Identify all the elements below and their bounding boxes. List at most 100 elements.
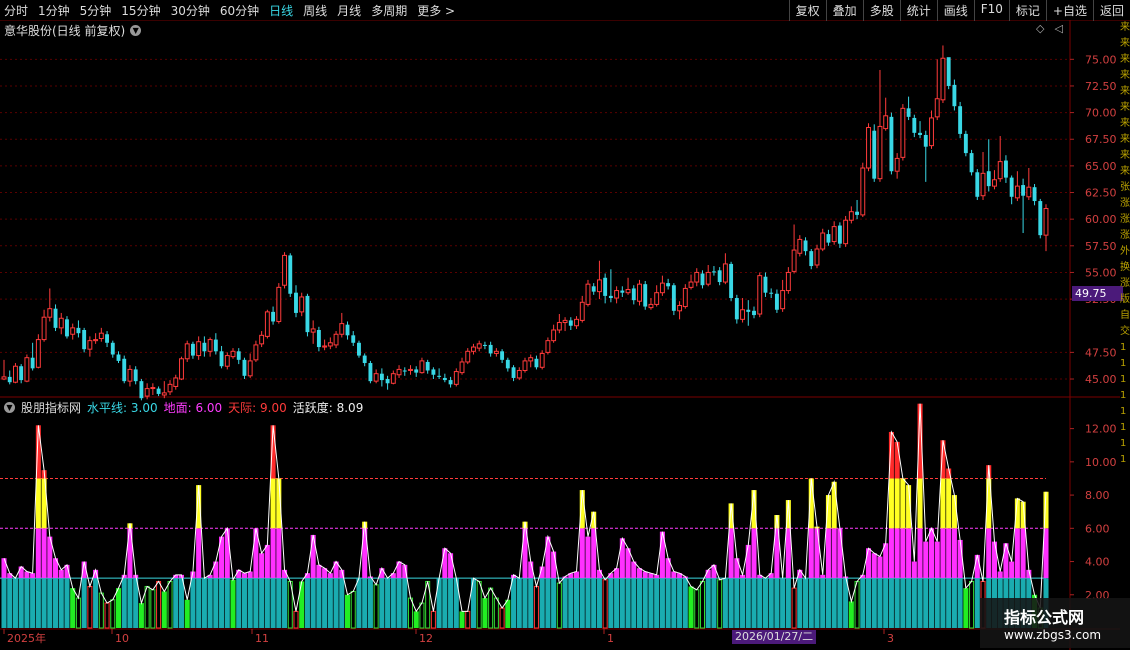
candle-body (247, 360, 253, 377)
indicator-bar-ground (928, 528, 935, 579)
candle-body (173, 377, 179, 387)
indicator-bar-base (448, 578, 454, 628)
indicator-bar-base (178, 578, 185, 628)
indicator-bar-base (339, 578, 345, 628)
indicator-bar-mid (940, 478, 946, 529)
price-tick-label: 47.50 (1085, 346, 1117, 359)
indicator-bar-ground (820, 574, 826, 579)
indicator-bar-low (602, 579, 608, 629)
indicator-bar-base (877, 578, 883, 628)
indicator-bar-base (596, 578, 602, 628)
candle-body (591, 286, 596, 292)
indicator-bar-base (722, 578, 728, 628)
candle-body (585, 283, 591, 305)
indicator-bar-base (923, 578, 929, 628)
indicator-bar-base (259, 578, 265, 628)
indicator-bar-base (917, 578, 923, 628)
indicator-bar-base (396, 578, 402, 628)
chevron-down-icon[interactable]: ▼ (4, 402, 15, 413)
indicator-activity: 活跃度: 8.09 (292, 401, 364, 415)
indicator-title-bar: ▼ 股朋指标网 水平线: 3.00 地面: 6.00 天际: 9.00 活跃度:… (4, 399, 363, 416)
candle-body (545, 340, 551, 353)
candle-body (471, 346, 476, 352)
candle-body (837, 225, 842, 244)
indicator-bar-base (224, 578, 230, 628)
indicator-bar-ground (327, 573, 333, 579)
indicator-bar-base (894, 578, 900, 628)
indicator-name[interactable]: 股朋指标网 (21, 399, 81, 416)
indicator-bar-base (900, 578, 906, 628)
indicator-bar-sky (894, 441, 900, 479)
candle-body (539, 352, 545, 368)
indicator-bar-base (81, 578, 87, 628)
candle-body (488, 344, 493, 354)
candle-body (127, 368, 133, 382)
candle-body (722, 263, 728, 283)
candle-body (579, 301, 585, 321)
indicator-bar-base (711, 578, 717, 628)
indicator-bar-low (505, 599, 511, 628)
indicator-bar-base (591, 578, 597, 628)
candle-body (396, 368, 402, 376)
candle-body (603, 277, 608, 296)
right-info-strip: 来来来来来来来来来来张涨涨涨外换涨版自交11111111 (1120, 20, 1130, 650)
indicator-bar-low (98, 592, 104, 629)
indicator-bar-ground (448, 553, 454, 579)
indicator-axis-labels: 12.0010.008.006.004.002.00 (1085, 423, 1117, 602)
candle-body (969, 153, 974, 173)
indicator-bar-ground (310, 534, 316, 579)
candle-body (276, 286, 282, 322)
indicator-bar-base (860, 578, 866, 628)
indicator-bar-low (230, 579, 236, 628)
indicator-bar-base (654, 578, 660, 628)
indicator-bar-ground (1014, 528, 1020, 579)
indicator-bar-base (236, 578, 242, 628)
candle-body (368, 363, 373, 382)
candle-body (934, 98, 940, 118)
candle-body (58, 317, 64, 329)
indicator-bars (1, 403, 1049, 629)
candle-body (150, 387, 156, 390)
indicator-bar-low (413, 611, 419, 628)
candle-body (402, 370, 407, 372)
indicator-bar-base (825, 578, 831, 628)
candle-body (568, 320, 573, 326)
candle-body (236, 351, 241, 360)
right-strip-item: 张 (1120, 182, 1130, 193)
candle-body (877, 125, 883, 180)
candle-body (7, 376, 12, 383)
candle-body (631, 288, 636, 301)
candle-body (643, 284, 648, 307)
indicator-bar-low (430, 610, 436, 629)
indicator-bar-low (110, 599, 116, 629)
chart-canvas[interactable]: 75.00 72.50 70.00 67.50 65.00 62.50 60.00 57.50… (0, 0, 1130, 650)
indicator-bar-ground (906, 528, 912, 579)
candle-body (379, 373, 384, 381)
candle-body (866, 127, 871, 169)
indicator-bar-low (104, 602, 110, 629)
right-strip-item: 涨 (1120, 278, 1130, 289)
candle-body (551, 329, 557, 342)
candle-body (814, 248, 820, 266)
indicator-bar-base (574, 578, 580, 628)
candle-body (327, 342, 333, 347)
indicator-bar-ground (768, 573, 774, 579)
indicator-bar-low (144, 585, 150, 629)
candle-body (116, 354, 121, 361)
indicator-bar-ground (1, 558, 7, 579)
candle-body (763, 276, 768, 293)
candle-body (923, 134, 928, 147)
candle-body (414, 369, 419, 373)
candle-body (797, 238, 803, 254)
indicator-bar-base (551, 578, 557, 628)
price-tick-label: 60.00 (1085, 213, 1117, 226)
right-strip-item: 来 (1120, 150, 1130, 161)
time-tick-label: 10 (115, 632, 129, 645)
right-strip-item: 来 (1120, 102, 1130, 113)
candle-body (929, 117, 934, 147)
indicator-bar-low (791, 587, 797, 629)
indicator-bar-base (310, 578, 316, 628)
candle-body (53, 308, 58, 328)
indicator-bar-base (402, 578, 408, 628)
right-strip-item: 来 (1120, 86, 1130, 97)
